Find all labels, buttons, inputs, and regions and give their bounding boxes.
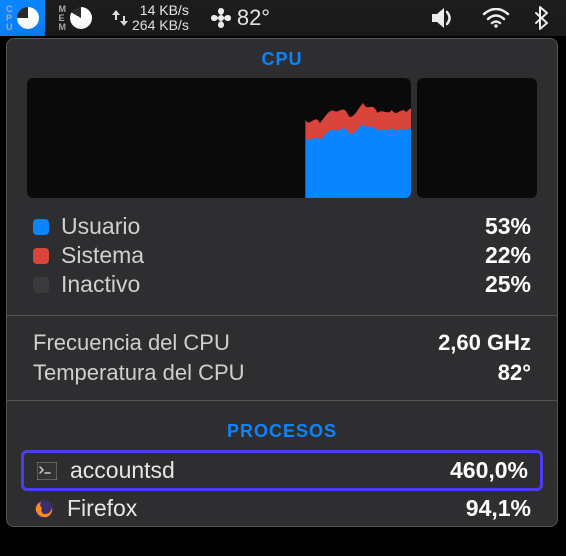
volume-icon[interactable] [432, 7, 458, 29]
stat-row-temperature[interactable]: Temperatura del CPU 82° [33, 358, 531, 388]
process-row[interactable]: accountsd 460,0% [21, 450, 543, 491]
terminal-icon [36, 460, 58, 482]
legend-row-idle[interactable]: Inactivo 25% [33, 270, 531, 299]
cpu-stats: Frecuencia del CPU 2,60 GHz Temperatura … [7, 326, 557, 390]
stat-row-frequency[interactable]: Frecuencia del CPU 2,60 GHz [33, 328, 531, 358]
menubar-sensors-item[interactable]: 82° [203, 0, 276, 36]
legend-row-user[interactable]: Usuario 53% [33, 212, 531, 241]
network-speeds: 14 KB/s 264 KB/s [132, 3, 189, 33]
cpu-charts [7, 78, 557, 198]
menubar-mem-item[interactable]: M E M [53, 0, 99, 36]
process-list: accountsd 460,0% Firefox 94,1% [7, 450, 557, 526]
cpu-label: C P U [6, 5, 13, 32]
mem-label: M E M [59, 5, 67, 32]
legend-user-label: Usuario [61, 213, 140, 240]
mem-pie-icon [70, 7, 92, 29]
swatch-idle [33, 277, 49, 293]
cpu-history-chart [27, 78, 411, 198]
temp-value: 82° [237, 5, 270, 31]
firefox-icon [33, 498, 55, 520]
process-value: 94,1% [466, 495, 531, 522]
menubar-cpu-item[interactable]: C P U [0, 0, 45, 36]
cpu-legend: Usuario 53% Sistema 22% Inactivo 25% [7, 198, 557, 305]
freq-label: Frecuencia del CPU [33, 330, 230, 356]
cpu-panel: CPU Usuario 53% Sistema 22% Inactivo 25% [6, 38, 558, 527]
legend-system-label: Sistema [61, 242, 144, 269]
bluetooth-icon[interactable] [534, 6, 548, 30]
fan-icon [209, 6, 233, 30]
legend-idle-label: Inactivo [61, 271, 140, 298]
net-up-value: 14 KB/s [132, 3, 189, 18]
menubar: C P U M E M 14 KB/s 264 KB/s [0, 0, 566, 36]
process-name: accountsd [70, 457, 175, 484]
process-name: Firefox [67, 495, 137, 522]
divider [7, 315, 557, 316]
legend-idle-value: 25% [485, 271, 531, 298]
menubar-network-item[interactable]: 14 KB/s 264 KB/s [106, 0, 195, 36]
legend-row-system[interactable]: Sistema 22% [33, 241, 531, 270]
process-row[interactable]: Firefox 94,1% [21, 491, 543, 526]
divider [7, 400, 557, 401]
freq-value: 2,60 GHz [438, 330, 531, 356]
legend-system-value: 22% [485, 242, 531, 269]
swatch-system [33, 248, 49, 264]
net-down-value: 264 KB/s [132, 18, 189, 33]
temp-value: 82° [498, 360, 531, 386]
swatch-user [33, 219, 49, 235]
cpu-cores-chart [417, 78, 537, 198]
wifi-icon[interactable] [482, 8, 510, 28]
cpu-section-title: CPU [7, 39, 557, 78]
processes-section-title: PROCESOS [7, 411, 557, 450]
temp-label: Temperatura del CPU [33, 360, 245, 386]
network-arrows-icon [112, 8, 128, 28]
process-value: 460,0% [450, 457, 528, 484]
legend-user-value: 53% [485, 213, 531, 240]
cpu-pie-icon [17, 7, 39, 29]
